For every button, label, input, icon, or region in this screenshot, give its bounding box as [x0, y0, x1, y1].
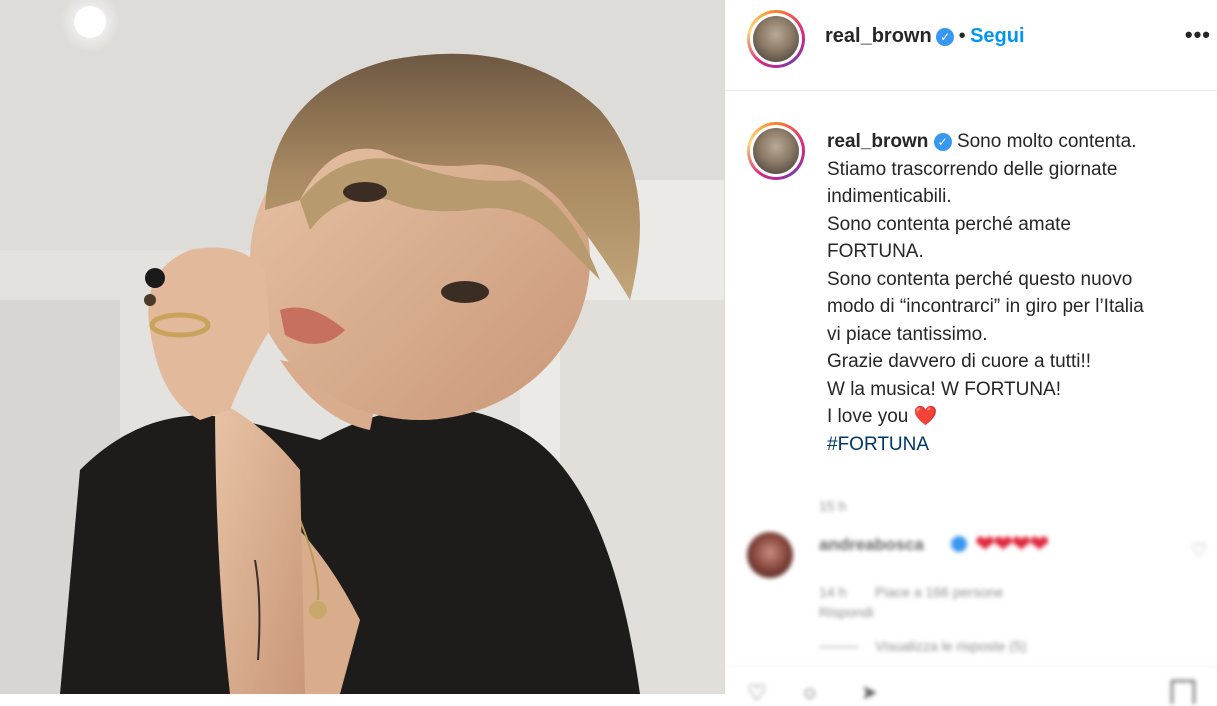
caption-line: FORTUNA.	[827, 241, 924, 262]
post-photo[interactable]	[0, 0, 724, 694]
commenter-username[interactable]: andreabosca	[819, 535, 924, 555]
share-action-icon[interactable]: ➤	[861, 680, 878, 705]
caption-last-line: I love you ❤️	[827, 403, 1217, 431]
caption-line: Stiamo trascorrendo delle giornate	[827, 158, 1118, 180]
save-action-icon[interactable]	[1171, 680, 1195, 704]
photo-illustration	[0, 0, 724, 694]
caption-username[interactable]: real_brown	[827, 131, 928, 152]
header-separator: •	[958, 25, 966, 47]
more-options-icon[interactable]: •••	[1185, 22, 1211, 48]
commenter-avatar[interactable]	[747, 532, 793, 578]
caption-line: Grazie davvero di cuore a tutti!!	[827, 351, 1092, 372]
caption-line: W la musica! W FORTUNA!	[827, 378, 1061, 400]
caption-line: Sono contenta perché amate	[827, 213, 1072, 235]
view-replies-button[interactable]: Visualizza le risposte (5)	[875, 638, 1026, 654]
comment-action-icon[interactable]: ○	[803, 680, 816, 706]
hashtag-link[interactable]: #FORTUNA	[827, 431, 1217, 459]
caption-first-line: real_brown ✓ Sono molto contenta.	[827, 128, 1217, 156]
header-avatar[interactable]	[747, 10, 805, 68]
commenter-verified-icon	[951, 536, 967, 552]
heart-emoji-icon: ❤️	[913, 406, 938, 427]
post-header: real_brown ✓ • Segui •••	[725, 0, 1217, 91]
header-username[interactable]: real_brown	[825, 25, 932, 47]
caption-line: vi piace tantissimo.	[827, 323, 988, 345]
caption-line: I love you	[827, 406, 909, 427]
comments-section: 15 h andreabosca ❤❤❤❤ ♡ 14 h Piace a 166…	[725, 480, 1217, 705]
post-sidebar: real_brown ✓ • Segui ••• real_brown ✓ So…	[725, 0, 1217, 705]
comment-like-heart-icon[interactable]: ♡	[1191, 540, 1207, 561]
caption-verified-badge-icon: ✓	[933, 133, 952, 151]
reply-button[interactable]: Rispondi	[819, 604, 873, 620]
follow-button[interactable]: Segui	[970, 25, 1024, 47]
caption-timestamp: 15 h	[819, 498, 847, 514]
comment-likes-count[interactable]: Piace a 166 persone	[875, 584, 1003, 600]
caption-line: indimenticabili.	[827, 186, 952, 207]
comment-text: ❤❤❤❤	[975, 531, 1049, 558]
post-caption: real_brown ✓ Sono molto contenta. Stiamo…	[827, 128, 1217, 458]
caption-avatar[interactable]	[747, 122, 805, 180]
caption-line: Sono contenta perché questo nuovo	[827, 268, 1133, 290]
caption-line: Sono molto contenta.	[956, 131, 1137, 152]
like-action-icon[interactable]: ♡	[747, 680, 767, 706]
actions-divider	[725, 666, 1217, 667]
comment-timestamp: 14 h	[819, 584, 847, 600]
header-user-row: real_brown ✓ • Segui	[825, 25, 1025, 48]
replies-divider	[819, 646, 859, 648]
verified-badge-icon: ✓	[936, 28, 955, 46]
caption-line: modo di “incontrarci” in giro per l’Ital…	[827, 296, 1144, 317]
